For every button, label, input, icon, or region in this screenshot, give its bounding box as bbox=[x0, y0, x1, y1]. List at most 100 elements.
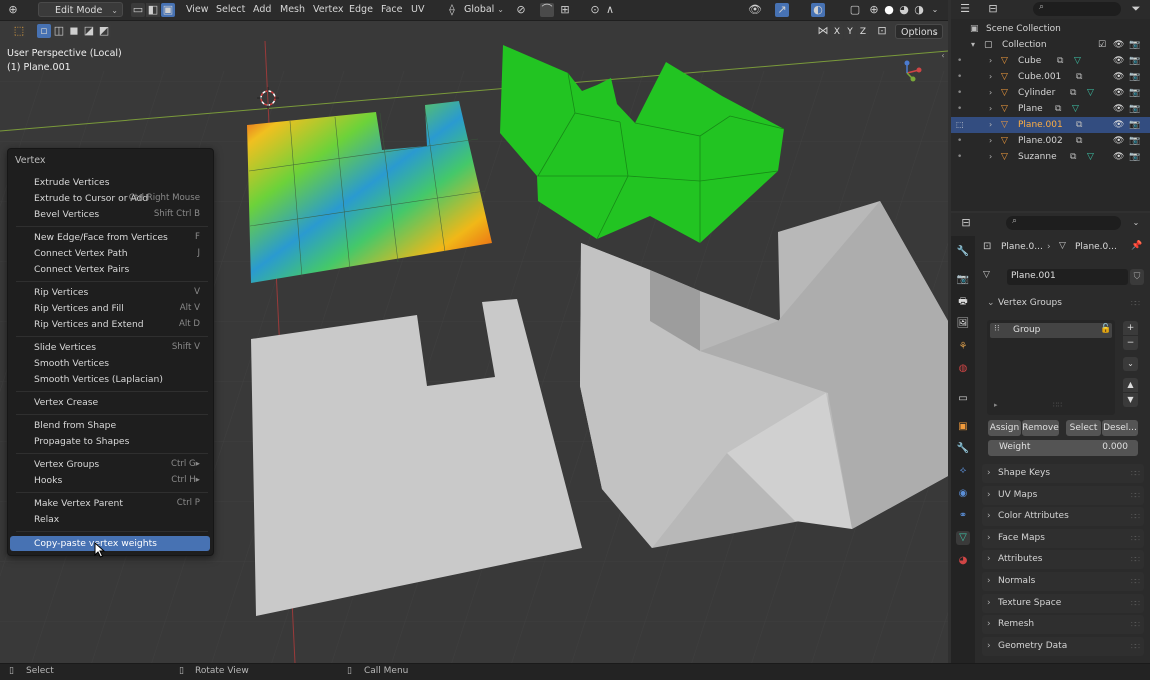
section-remesh[interactable]: › Remesh ∷∷ bbox=[982, 615, 1144, 634]
select-mode-extend-icon[interactable]: ◪ bbox=[82, 24, 96, 38]
remove-button[interactable]: Remove bbox=[1022, 420, 1059, 436]
menu-item-new-edge-face[interactable]: New Edge/Face from Vertices F bbox=[10, 230, 210, 245]
vertex-group-item[interactable]: ⁝⁝ Group 🔓 bbox=[990, 323, 1112, 338]
outliner-scene-collection[interactable]: ▣ Scene Collection bbox=[951, 21, 1150, 37]
properties-editor-icon[interactable]: ⊟ bbox=[959, 216, 973, 230]
menu-view[interactable]: View bbox=[186, 2, 209, 18]
select-extend-icon[interactable]: ◧ bbox=[146, 3, 160, 17]
transform-orientation-dropdown[interactable]: Global ⌄ bbox=[458, 2, 508, 17]
menu-item-rip-vertices-extend[interactable]: Rip Vertices and Extend Alt D bbox=[10, 317, 210, 332]
outliner-item-plane-001[interactable]: ⬚ › ▽ Plane.001 ⧉ 👁 📷 bbox=[951, 117, 1150, 133]
pin-icon[interactable]: 📌 bbox=[1131, 241, 1142, 251]
mode-dropdown[interactable]: Edit Mode ⌄ bbox=[38, 2, 123, 17]
drag-handle-icon[interactable]: ∷∷ bbox=[1131, 486, 1140, 505]
select-subtract-icon[interactable]: ▣ bbox=[161, 3, 175, 17]
pivot-point-icon[interactable]: ⊘ bbox=[514, 3, 528, 17]
camera-icon[interactable]: 📷 bbox=[1129, 85, 1140, 101]
drag-handle-icon[interactable]: ∷∷ bbox=[1131, 529, 1140, 548]
expand-icon[interactable]: › bbox=[989, 117, 992, 133]
list-expand-icon[interactable]: ▸ bbox=[994, 401, 998, 409]
eye-icon[interactable]: 👁 bbox=[1113, 53, 1124, 69]
expand-icon[interactable]: › bbox=[989, 101, 992, 117]
mirror-y-toggle[interactable]: Y bbox=[844, 24, 856, 40]
mirror-x-toggle[interactable]: X bbox=[831, 24, 843, 40]
breadcrumb-data[interactable]: Plane.0... bbox=[1075, 242, 1117, 252]
menu-vertex[interactable]: Vertex bbox=[313, 2, 344, 18]
menu-item-hooks[interactable]: Hooks Ctrl H▸ bbox=[10, 473, 210, 488]
shading-options-icon[interactable]: ⌄ bbox=[928, 3, 942, 17]
view-layer-tab-icon[interactable]: 🖼 bbox=[956, 317, 970, 331]
section-geometry-data[interactable]: › Geometry Data ∷∷ bbox=[982, 637, 1144, 656]
eye-icon[interactable]: 👁 bbox=[1113, 37, 1124, 53]
menu-item-vertex-crease[interactable]: Vertex Crease bbox=[10, 395, 210, 410]
particles-tab-icon[interactable]: ⟡ bbox=[956, 464, 970, 478]
select-button[interactable]: Select bbox=[1066, 420, 1101, 436]
menu-item-smooth-laplacian[interactable]: Smooth Vertices (Laplacian) bbox=[10, 372, 210, 387]
outliner-editor-icon[interactable]: ☰ bbox=[958, 2, 972, 16]
camera-icon[interactable]: 📷 bbox=[1129, 101, 1140, 117]
menu-mesh[interactable]: Mesh bbox=[280, 2, 305, 18]
drag-handle-icon[interactable]: ∷∷ bbox=[1131, 594, 1140, 613]
overlay-icon[interactable]: ◐ bbox=[811, 3, 825, 17]
list-resize-handle-icon[interactable]: ∷∷ bbox=[1053, 401, 1062, 409]
tool-settings-icon[interactable]: ⬚ bbox=[12, 24, 26, 38]
editor-type-icon[interactable]: ⊕ bbox=[6, 3, 20, 17]
vertex-groups-section-header[interactable]: ⌄ Vertex Groups ∷∷ bbox=[982, 294, 1144, 314]
solid-shading-icon[interactable]: ● bbox=[882, 3, 896, 17]
section-uv-maps[interactable]: › UV Maps ∷∷ bbox=[982, 486, 1144, 505]
drag-handle-icon[interactable]: ∷∷ bbox=[1131, 637, 1140, 656]
outliner-item-cube[interactable]: • › ▽ Cube ⧉ ▽ 👁 📷 bbox=[951, 53, 1150, 69]
select-mode-intersect-icon[interactable]: ◩ bbox=[97, 24, 111, 38]
sidebar-toggle-icon[interactable]: ‹ bbox=[936, 49, 948, 63]
camera-icon[interactable]: 📷 bbox=[1129, 37, 1140, 53]
modifier-tab-icon[interactable]: 🔧 bbox=[956, 442, 970, 456]
mesh-name-field[interactable]: Plane.001 bbox=[1007, 269, 1128, 285]
menu-item-vertex-groups[interactable]: Vertex Groups Ctrl G▸ bbox=[10, 457, 210, 472]
material-tab-icon[interactable]: ◕ bbox=[956, 554, 970, 568]
mesh-data-tab-icon[interactable]: ▽ bbox=[956, 531, 970, 545]
section-shape-keys[interactable]: › Shape Keys ∷∷ bbox=[982, 464, 1144, 483]
drag-handle-icon[interactable]: ∷∷ bbox=[1131, 464, 1140, 483]
checkbox-icon[interactable]: ☑ bbox=[1098, 37, 1106, 53]
add-vertex-group-icon[interactable]: + bbox=[1123, 321, 1138, 335]
edit-mode-icon[interactable]: ⬚ bbox=[956, 117, 964, 133]
properties-search-input[interactable]: ⌕ bbox=[1006, 216, 1121, 230]
mirror-z-toggle[interactable]: Z bbox=[857, 24, 869, 40]
menu-item-extrude-vertices[interactable]: Extrude Vertices bbox=[10, 175, 210, 190]
menu-item-propagate-to-shapes[interactable]: Propagate to Shapes bbox=[10, 434, 210, 449]
xray-icon[interactable]: ▢ bbox=[848, 3, 862, 17]
fake-user-icon[interactable]: ⛉ bbox=[1130, 269, 1144, 285]
constraints-tab-icon[interactable]: ⚭ bbox=[956, 509, 970, 523]
move-up-icon[interactable]: ▲ bbox=[1123, 378, 1138, 392]
scene-tab-icon[interactable]: ⚘ bbox=[956, 340, 970, 354]
tool-tab-icon[interactable]: 🔧 bbox=[956, 245, 970, 259]
outliner-item-cube-001[interactable]: • › ▽ Cube.001 ⧉ 👁 📷 bbox=[951, 69, 1150, 85]
eye-icon[interactable]: 👁 bbox=[1113, 101, 1124, 117]
section-color-attributes[interactable]: › Color Attributes ∷∷ bbox=[982, 507, 1144, 526]
weight-slider[interactable]: Weight 0.000 bbox=[988, 440, 1138, 456]
camera-icon[interactable]: 📷 bbox=[1129, 53, 1140, 69]
menu-item-extrude-to-cursor[interactable]: Extrude to Cursor or Add Ctrl Right Mouse bbox=[10, 191, 210, 206]
drag-handle-icon[interactable]: ∷∷ bbox=[1131, 550, 1140, 569]
snap-target-icon[interactable]: ⊞ bbox=[558, 3, 572, 17]
rendered-shading-icon[interactable]: ◑ bbox=[912, 3, 926, 17]
drag-handle-icon[interactable]: ∷∷ bbox=[1131, 507, 1140, 526]
outliner-item-plane[interactable]: • › ▽ Plane ⧉ ▽ 👁 📷 bbox=[951, 101, 1150, 117]
expand-icon[interactable]: › bbox=[989, 53, 992, 69]
menu-item-bevel-vertices[interactable]: Bevel Vertices Shift Ctrl B bbox=[10, 207, 210, 222]
specials-menu-icon[interactable]: ⌄ bbox=[1123, 357, 1138, 371]
eye-icon[interactable]: 👁 bbox=[1113, 85, 1124, 101]
menu-item-smooth-vertices[interactable]: Smooth Vertices bbox=[10, 356, 210, 371]
section-texture-space[interactable]: › Texture Space ∷∷ bbox=[982, 594, 1144, 613]
expand-icon[interactable]: › bbox=[989, 149, 992, 165]
menu-item-slide-vertices[interactable]: Slide Vertices Shift V bbox=[10, 340, 210, 355]
camera-icon[interactable]: 📷 bbox=[1129, 133, 1140, 149]
outliner-item-cylinder[interactable]: • › ▽ Cylinder ⧉ ▽ 👁 📷 bbox=[951, 85, 1150, 101]
breadcrumb-object[interactable]: Plane.0... bbox=[1001, 242, 1043, 252]
expand-icon[interactable]: › bbox=[989, 85, 992, 101]
menu-item-blend-from-shape[interactable]: Blend from Shape bbox=[10, 418, 210, 433]
camera-icon[interactable]: 📷 bbox=[1129, 69, 1140, 85]
menu-item-copy-paste-vertex-weights[interactable]: Copy-paste vertex weights bbox=[10, 536, 210, 551]
menu-add[interactable]: Add bbox=[253, 2, 271, 18]
remove-vertex-group-icon[interactable]: − bbox=[1123, 336, 1138, 350]
